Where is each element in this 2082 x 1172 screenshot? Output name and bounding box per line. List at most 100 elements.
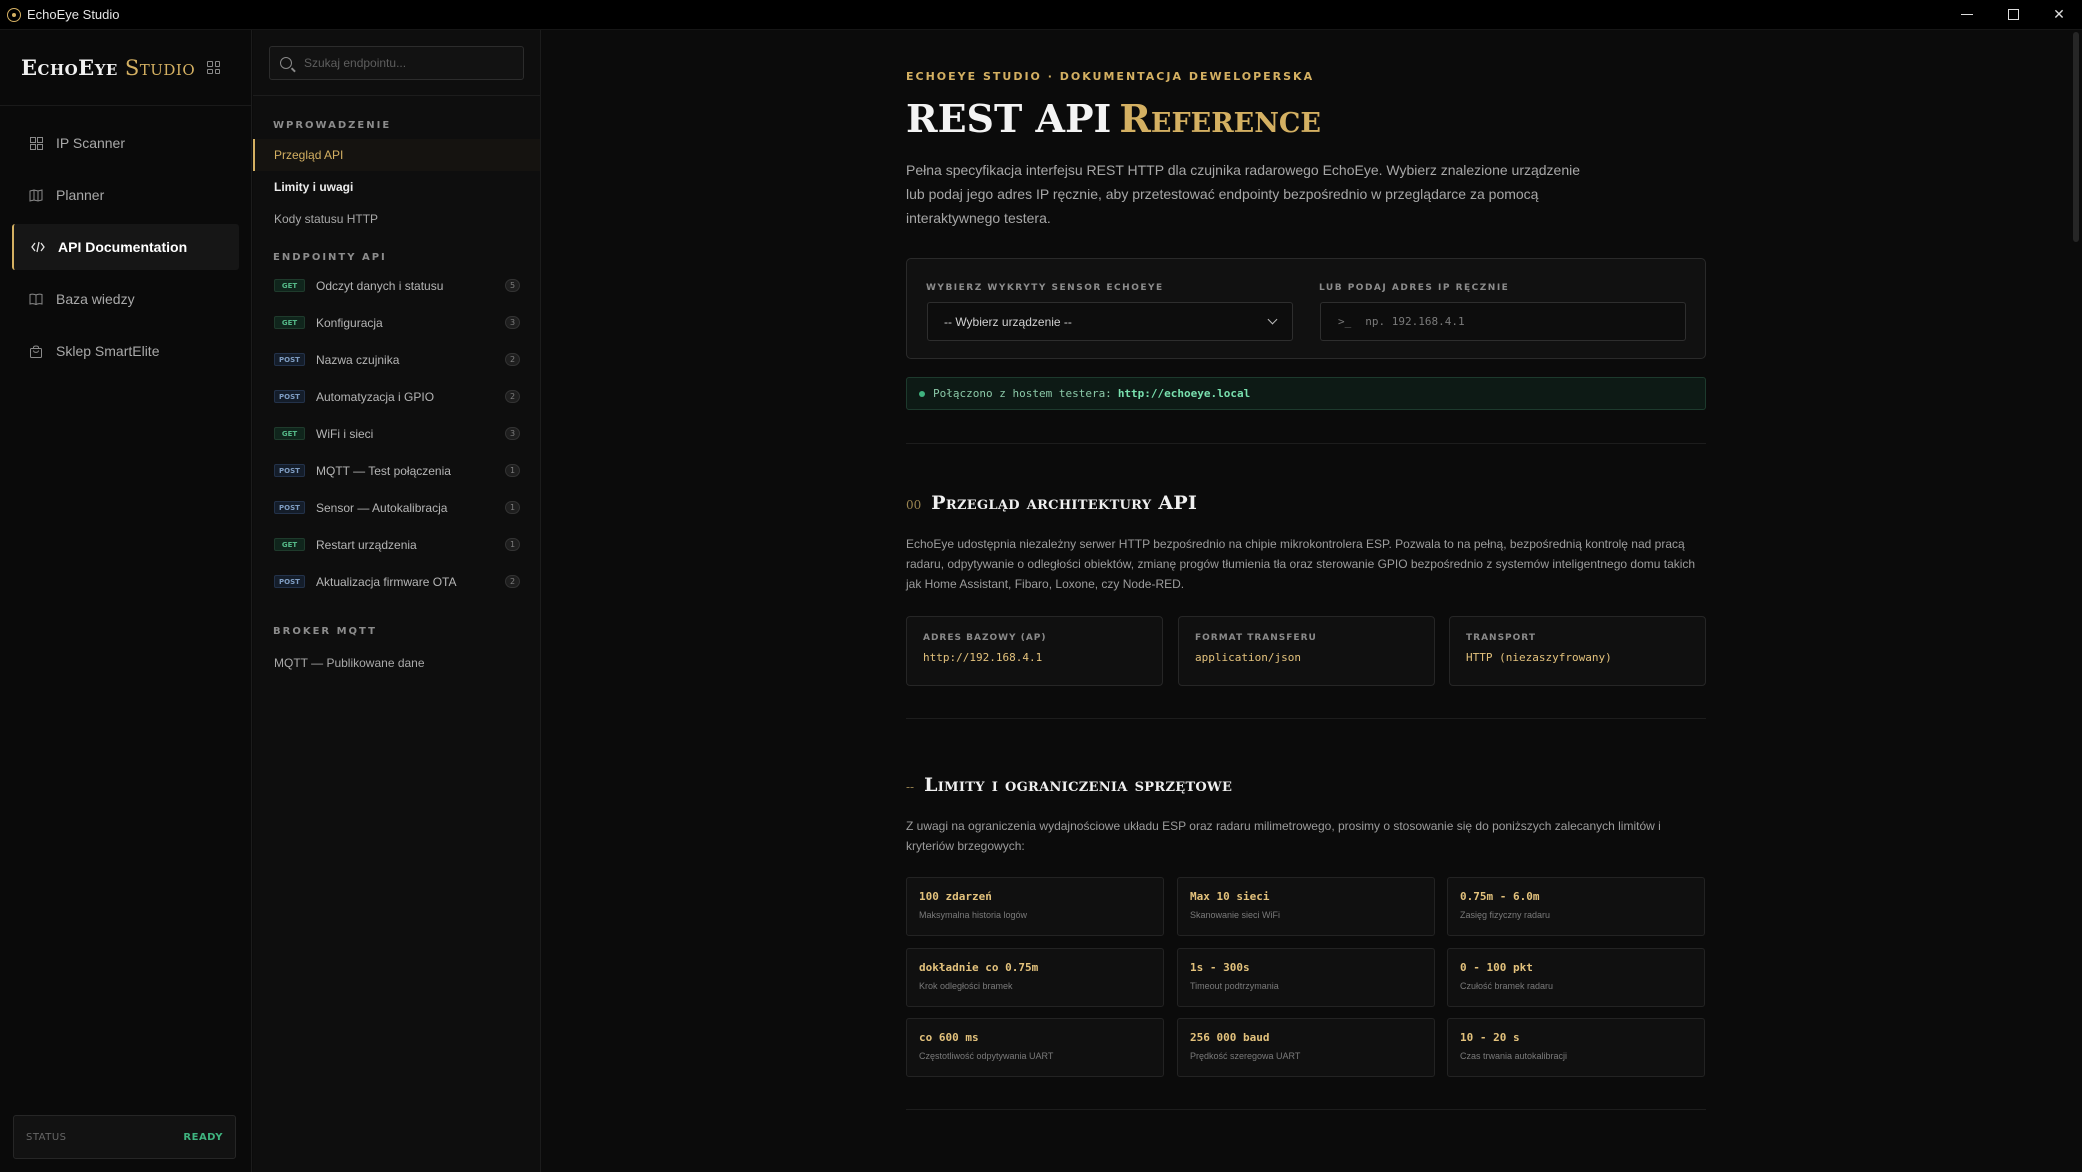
- brand-name: EchoEye: [21, 55, 118, 80]
- method-badge: POST: [274, 353, 305, 366]
- divider: [253, 95, 540, 96]
- endpoint-count: 1: [505, 464, 520, 477]
- info-card-base-url: ADRES BAZOWY (AP) http://192.168.4.1: [906, 616, 1163, 686]
- minimize-icon: [1961, 14, 1973, 15]
- device-select[interactable]: -- Wybierz urządzenie --: [927, 302, 1293, 341]
- status-dot-icon: [919, 390, 925, 397]
- app-logo-icon: [7, 7, 21, 22]
- limit-card: co 600 ms Częstotliwość odpytywania UART: [906, 1018, 1164, 1077]
- endpoint-count: 5: [505, 279, 520, 292]
- close-button[interactable]: ✕: [2036, 0, 2082, 30]
- main-navigation: EchoEye Studio IP Scanner Planner API Do…: [0, 30, 252, 1172]
- code-icon: [31, 240, 45, 254]
- endpoint-count: 3: [505, 316, 520, 329]
- minimize-button[interactable]: [1944, 0, 1990, 30]
- connection-url[interactable]: http://echoeye.local: [1118, 387, 1250, 400]
- endpoint-item[interactable]: POST Aktualizacja firmware OTA 2: [253, 563, 540, 600]
- status-label: STATUS: [26, 1131, 67, 1143]
- method-badge: POST: [274, 575, 305, 588]
- method-badge: GET: [274, 538, 305, 551]
- endpoint-item[interactable]: GET Odczyt danych i statusu 5: [253, 267, 540, 304]
- method-badge: POST: [274, 464, 305, 477]
- endpoint-item[interactable]: GET Konfiguracja 3: [253, 304, 540, 341]
- window-title: EchoEye Studio: [27, 7, 120, 22]
- sidebar-link-api-overview[interactable]: Przegląd API: [253, 139, 540, 171]
- brand: EchoEye Studio: [0, 30, 251, 106]
- nav-item-shop[interactable]: Sklep SmartElite: [12, 328, 239, 374]
- endpoint-count: 3: [505, 427, 520, 440]
- nav-item-planner[interactable]: Planner: [12, 172, 239, 218]
- apps-grid-icon[interactable]: [207, 61, 221, 74]
- sidebar-link-http-codes[interactable]: Kody statusu HTTP: [253, 203, 540, 235]
- page-title: REST API Reference: [906, 96, 1322, 141]
- endpoint-item[interactable]: POST MQTT — Test połączenia 1: [253, 452, 540, 489]
- limit-card: 100 zdarzeń Maksymalna historia logów: [906, 877, 1164, 936]
- nav-item-label: IP Scanner: [56, 135, 126, 151]
- status-badge: READY: [183, 1131, 223, 1143]
- divider: [906, 443, 1706, 444]
- search-box[interactable]: [269, 46, 524, 80]
- divider: [906, 718, 1706, 719]
- ip-address-input[interactable]: [1365, 315, 1666, 328]
- section-text-limits: Z uwagi na ograniczenia wydajnościowe uk…: [906, 819, 1661, 853]
- page-eyebrow: ECHOEYE STUDIO · DOKUMENTACJA DEWELOPERS…: [906, 70, 1315, 83]
- method-badge: POST: [274, 501, 305, 514]
- grid-icon: [29, 136, 43, 150]
- ip-input-label: LUB PODAJ ADRES IP RĘCZNIE: [1319, 283, 1510, 293]
- nav-item-label: Baza wiedzy: [56, 291, 135, 307]
- brand-suffix: Studio: [124, 55, 196, 80]
- endpoint-item[interactable]: POST Sensor — Autokalibracja 1: [253, 489, 540, 526]
- endpoint-item[interactable]: POST Nazwa czujnika 2: [253, 341, 540, 378]
- terminal-icon: >_: [1338, 315, 1352, 328]
- status-panel: STATUS READY: [13, 1115, 236, 1159]
- nav-item-api-documentation[interactable]: API Documentation: [12, 224, 239, 270]
- close-icon: ✕: [2053, 6, 2065, 23]
- limit-card: 0 - 100 pkt Czułość bramek radaru: [1447, 948, 1705, 1007]
- scrollbar-thumb[interactable]: [2073, 32, 2079, 242]
- endpoint-item[interactable]: GET WiFi i sieci 3: [253, 415, 540, 452]
- endpoint-label: Nazwa czujnika: [316, 352, 400, 367]
- limit-card: 256 000 baud Prędkość szeregowa UART: [1177, 1018, 1435, 1077]
- divider: [906, 1109, 1706, 1110]
- search-icon: [280, 57, 292, 69]
- ip-field[interactable]: >_: [1320, 302, 1686, 341]
- endpoint-label: Konfiguracja: [316, 315, 383, 330]
- endpoint-count: 2: [505, 390, 520, 403]
- maximize-button[interactable]: [1990, 0, 2036, 30]
- maximize-icon: [2007, 9, 2019, 20]
- book-icon: [29, 292, 43, 306]
- map-icon: [29, 188, 43, 202]
- nav-item-label: Planner: [56, 187, 105, 203]
- nav-item-ip-scanner[interactable]: IP Scanner: [12, 120, 239, 166]
- section-heading-limits: -- Limity i ograniczenia sprzętowe: [906, 774, 1233, 796]
- limit-card: Max 10 sieci Skanowanie sieci WiFi: [1177, 877, 1435, 936]
- sidebar-link-limits[interactable]: Limity i uwagi: [253, 171, 540, 203]
- endpoint-count: 2: [505, 353, 520, 366]
- section-title-endpoints: ENDPOINTY API: [273, 252, 387, 263]
- limit-card: dokładnie co 0.75m Krok odległości brame…: [906, 948, 1164, 1007]
- info-card-format: FORMAT TRANSFERU application/json: [1178, 616, 1435, 686]
- device-select-label: WYBIERZ WYKRYTY SENSOR ECHOEYE: [926, 283, 1164, 293]
- nav-item-label: API Documentation: [58, 239, 188, 255]
- page-lead: Pełna specyfikacja interfejsu REST HTTP …: [906, 162, 1581, 226]
- endpoint-label: Sensor — Autokalibracja: [316, 500, 448, 515]
- main-scrollbar[interactable]: [2070, 30, 2082, 1172]
- endpoint-item[interactable]: GET Restart urządzenia 1: [253, 526, 540, 563]
- nav-item-label: Sklep SmartElite: [56, 343, 160, 359]
- endpoint-item[interactable]: POST Automatyzacja i GPIO 2: [253, 378, 540, 415]
- sidebar-link-mqtt-published[interactable]: MQTT — Publikowane dane: [253, 647, 540, 679]
- section-heading-architecture: 00 Przegląd architektury API: [906, 492, 1198, 514]
- section-title-mqtt: BROKER MQTT: [273, 626, 377, 637]
- endpoint-label: Aktualizacja firmware OTA: [316, 574, 457, 589]
- search-input[interactable]: [304, 56, 504, 70]
- title-bar: EchoEye Studio ✕: [0, 0, 2082, 30]
- limit-card: 1s - 300s Timeout podtrzymania: [1177, 948, 1435, 1007]
- endpoint-label: Restart urządzenia: [316, 537, 417, 552]
- section-text-architecture: EchoEye udostępnia niezależny serwer HTT…: [906, 537, 1696, 591]
- method-badge: GET: [274, 427, 305, 440]
- endpoint-count: 1: [505, 538, 520, 551]
- nav-item-knowledge-base[interactable]: Baza wiedzy: [12, 276, 239, 322]
- method-badge: POST: [274, 390, 305, 403]
- endpoint-label: Odczyt danych i statusu: [316, 278, 444, 293]
- endpoint-label: Automatyzacja i GPIO: [316, 389, 435, 404]
